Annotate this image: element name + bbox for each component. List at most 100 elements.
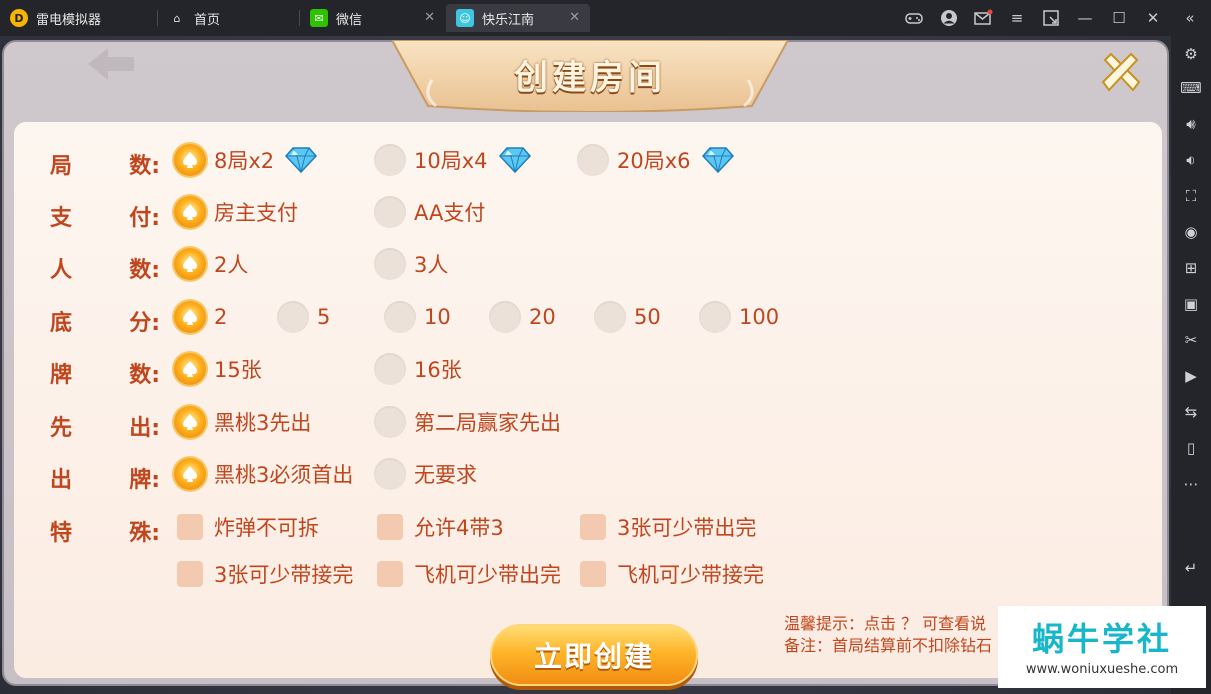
minimize-icon[interactable]: — — [1075, 8, 1095, 28]
radio-option[interactable]: 3人 — [374, 248, 448, 280]
checkbox-option[interactable]: 3张可少带出完 — [577, 511, 756, 543]
radio-option[interactable]: 16张 — [374, 353, 462, 385]
radio-selected-spade-icon[interactable] — [174, 144, 206, 176]
row-label-second: 牌: — [129, 468, 160, 493]
option-label: 允许4带3 — [414, 516, 504, 540]
sync-icon[interactable]: ⇆ — [1179, 400, 1203, 424]
radio-option[interactable]: 100 — [699, 301, 779, 333]
checkbox-option[interactable]: 允许4带3 — [374, 511, 504, 543]
radio-selected-spade-icon[interactable] — [174, 406, 206, 438]
close-window-icon[interactable]: ✕ — [1143, 8, 1163, 28]
radio-option[interactable]: 15张 — [174, 353, 262, 385]
radio-selected-spade-icon[interactable] — [174, 353, 206, 385]
radio-selected-spade-icon[interactable] — [174, 458, 206, 490]
back-icon[interactable]: ↵ — [1179, 556, 1203, 580]
radio-unselected[interactable] — [699, 301, 731, 333]
tab-wechat[interactable]: ✉ 微信 ✕ — [300, 4, 445, 32]
apk-install-icon[interactable]: ▣ — [1179, 292, 1203, 316]
radio-selected-spade-icon[interactable] — [174, 301, 206, 333]
radio-option[interactable]: 房主支付 — [174, 196, 298, 228]
checkbox-unchecked[interactable] — [580, 561, 606, 587]
radio-option[interactable]: 10局x4 — [374, 144, 532, 176]
close-tab-icon[interactable]: ✕ — [424, 10, 435, 25]
row-label-second: 付: — [129, 206, 160, 231]
checkbox-unchecked[interactable] — [177, 561, 203, 587]
radio-option[interactable]: AA支付 — [374, 196, 485, 228]
menu-icon[interactable]: ≡ — [1007, 8, 1027, 28]
radio-unselected[interactable] — [374, 353, 406, 385]
shake-icon[interactable]: ▯ — [1179, 436, 1203, 460]
tab-game[interactable]: ☺ 快乐江南 ✕ — [446, 4, 590, 32]
keyboard-icon[interactable]: ⌨ — [1179, 76, 1203, 100]
close-dialog-icon[interactable] — [1099, 50, 1143, 94]
tab-home[interactable]: ⌂ 首页 — [158, 4, 300, 32]
screenshot-scissors-icon[interactable]: ✂ — [1179, 328, 1203, 352]
collapse-sidebar-icon[interactable]: « — [1180, 8, 1200, 28]
app-name: 雷电模拟器 — [36, 12, 102, 28]
radio-option[interactable]: 20 — [489, 301, 556, 333]
radio-option[interactable]: 2 — [174, 301, 227, 333]
radio-option[interactable]: 10 — [384, 301, 451, 333]
close-tab-icon[interactable]: ✕ — [569, 10, 580, 25]
option-label: 100 — [739, 305, 780, 329]
radio-selected-spade-icon[interactable] — [174, 196, 206, 228]
radio-unselected[interactable] — [489, 301, 521, 333]
radio-unselected[interactable] — [594, 301, 626, 333]
radio-option[interactable]: 2人 — [174, 248, 248, 280]
video-icon[interactable]: ▶ — [1179, 364, 1203, 388]
create-room-button[interactable]: 立即创建 — [490, 624, 698, 686]
checkbox-unchecked[interactable] — [377, 561, 403, 587]
option-label: 20局x6 — [617, 149, 691, 173]
radio-option[interactable]: 5 — [277, 301, 330, 333]
checkbox-unchecked[interactable] — [177, 514, 203, 540]
create-room-dialog: 创建房间 局数: 8局x2 10局x4 20局x6 支付: 房主支付 AA支付人数: 2人 3人… — [2, 40, 1169, 686]
radio-unselected[interactable] — [374, 458, 406, 490]
radio-option[interactable]: 第二局赢家先出 — [374, 406, 561, 438]
fullscreen-icon[interactable]: ⛶ — [1179, 184, 1203, 208]
radio-selected-spade-icon[interactable] — [174, 248, 206, 280]
radio-option[interactable]: 黑桃3先出 — [174, 406, 311, 438]
checkbox-option[interactable]: 飞机可少带出完 — [374, 558, 561, 590]
radio-unselected[interactable] — [577, 144, 609, 176]
radio-option[interactable]: 20局x6 — [577, 144, 735, 176]
mail-icon[interactable] — [973, 8, 993, 28]
maximize-icon[interactable]: ☐ — [1109, 8, 1129, 28]
radio-unselected[interactable] — [277, 301, 309, 333]
dialog-title: 创建房间 — [514, 58, 666, 98]
account-icon[interactable] — [939, 8, 959, 28]
checkbox-unchecked[interactable] — [580, 514, 606, 540]
option-label: 飞机可少带接完 — [617, 563, 764, 587]
radio-unselected[interactable] — [374, 406, 406, 438]
option-label: 5 — [317, 305, 331, 329]
radio-option[interactable]: 50 — [594, 301, 661, 333]
radio-option[interactable]: 无要求 — [374, 458, 477, 490]
option-label: 2人 — [214, 253, 249, 277]
options-panel: 局数: 8局x2 10局x4 20局x6 支付: 房主支付 AA支付人数: 2人 3人底分: 2 5… — [14, 122, 1162, 678]
option-label: 3张可少带接完 — [214, 563, 354, 587]
record-icon[interactable]: ◉ — [1179, 220, 1203, 244]
watermark-url: www.woniuxueshe.com — [1025, 662, 1179, 677]
tab-app[interactable]: D 雷电模拟器 — [0, 4, 158, 32]
radio-option[interactable]: 8局x2 — [174, 144, 318, 176]
add-screen-icon[interactable]: ⊞ — [1179, 256, 1203, 280]
option-label: 8局x2 — [214, 149, 275, 173]
volume-up-icon[interactable]: 🔊︎ — [1179, 112, 1203, 136]
more-icon[interactable]: ⋯ — [1179, 472, 1203, 496]
radio-unselected[interactable] — [374, 196, 406, 228]
radio-unselected[interactable] — [384, 301, 416, 333]
radio-unselected[interactable] — [374, 144, 406, 176]
checkbox-option[interactable]: 3张可少带接完 — [174, 558, 353, 590]
radio-unselected[interactable] — [374, 248, 406, 280]
back-arrow-icon[interactable] — [84, 44, 140, 84]
row-label-second: 数: — [129, 154, 160, 179]
tip-hint: 温馨提示：点击 ？ 可查看说 — [784, 614, 987, 633]
checkbox-option[interactable]: 炸弹不可拆 — [174, 511, 319, 543]
gamepad-icon[interactable] — [904, 8, 924, 28]
row-label: 先 出: — [50, 410, 160, 442]
settings-gear-icon[interactable]: ⚙ — [1179, 42, 1203, 66]
minimize-to-corner-icon[interactable] — [1041, 8, 1061, 28]
checkbox-option[interactable]: 飞机可少带接完 — [577, 558, 764, 590]
volume-down-icon[interactable]: 🔉︎ — [1179, 148, 1203, 172]
checkbox-unchecked[interactable] — [377, 514, 403, 540]
radio-option[interactable]: 黑桃3必须首出 — [174, 458, 353, 490]
